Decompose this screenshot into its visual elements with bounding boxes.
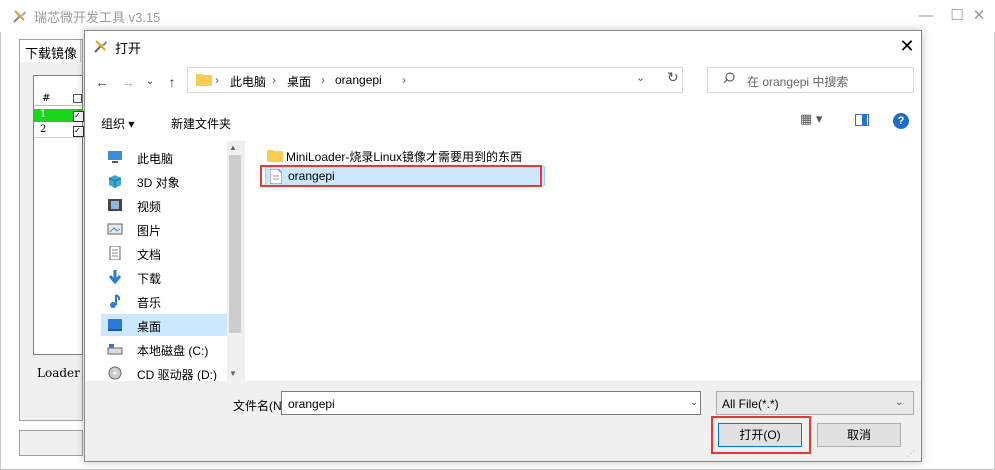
breadcrumb-orangepi[interactable]: orangepi <box>335 73 382 87</box>
nav-item-cd-drive[interactable]: CD 驱动器 (D:) <box>101 362 225 381</box>
nav-item-label: 下载 <box>137 272 162 286</box>
nav-item-documents[interactable]: 文档 <box>101 242 225 264</box>
tools-icon <box>94 40 107 53</box>
nav-item-local-disk-c[interactable]: 本地磁盘 (C:) <box>101 338 225 360</box>
highlight-box-open-button <box>711 416 811 454</box>
minimize-button[interactable]: — <box>912 6 940 26</box>
navigation-scrollbar-thumb[interactable] <box>229 155 241 333</box>
nav-item-label: 此电脑 <box>137 152 174 166</box>
nav-item-label: 本地磁盘 (C:) <box>137 344 209 358</box>
nav-item-label: 桌面 <box>137 320 162 334</box>
folder-icon <box>196 74 212 86</box>
back-arrow-icon[interactable]: ← <box>93 72 111 92</box>
dialog-title: 打开 <box>115 41 142 56</box>
grid-header-hash: # <box>42 93 51 104</box>
grid-row-1-index: 1 <box>40 109 47 120</box>
nav-item-downloads[interactable]: 下载 <box>101 266 225 288</box>
nav-item-label: 视频 <box>137 200 162 214</box>
breadcrumb-separator: › <box>215 73 219 87</box>
new-folder-button[interactable]: 新建文件夹 <box>171 115 231 132</box>
cube-icon <box>108 175 122 188</box>
filetype-value: All File(*.*) <box>722 397 779 411</box>
filename-value: orangepi <box>288 397 335 411</box>
nav-item-desktop[interactable]: 桌面 <box>101 314 227 336</box>
breadcrumb-this-pc[interactable]: 此电脑 <box>230 73 266 90</box>
forward-arrow-icon[interactable]: → <box>119 72 137 92</box>
background-status-bar <box>19 430 83 456</box>
nav-item-videos[interactable]: 视频 <box>101 194 225 216</box>
nav-item-music[interactable]: 音乐 <box>101 290 225 312</box>
nav-item-label: 3D 对象 <box>137 176 180 190</box>
scroll-down-icon[interactable]: ▼ <box>229 369 237 378</box>
loader-label: Loader <box>37 366 80 380</box>
folder-icon <box>267 150 283 162</box>
nav-item-3d-objects[interactable]: 3D 对象 <box>101 170 225 192</box>
view-options-icon[interactable]: ▦ ▾ <box>800 111 822 127</box>
nav-item-label: CD 驱动器 (D:) <box>137 368 217 381</box>
breadcrumb-separator: › <box>272 73 276 87</box>
cd-icon <box>108 366 122 380</box>
help-icon[interactable]: ? <box>893 113 909 129</box>
file-name: MiniLoader-烧录Linux镜像才需要用到的东西 <box>286 150 523 164</box>
filename-input[interactable] <box>281 391 701 415</box>
cancel-button[interactable]: 取消 <box>817 423 901 447</box>
tools-icon <box>13 10 26 23</box>
filename-dropdown-chevron-icon[interactable]: ⌄ <box>690 397 698 408</box>
background-app-title: 瑞芯微开发工具 v3.15 <box>34 10 161 25</box>
grid-row-2-checkbox[interactable]: ✓ <box>73 126 84 137</box>
close-app-button[interactable]: ✕ <box>965 6 993 26</box>
nav-item-this-pc[interactable]: 此电脑 <box>101 146 225 168</box>
nav-item-label: 文档 <box>137 248 162 262</box>
grid-header-checkbox[interactable] <box>73 94 82 103</box>
nav-item-pictures[interactable]: 图片 <box>101 218 225 240</box>
filetype-dropdown-chevron-icon[interactable]: ⌄ <box>895 397 903 408</box>
resize-grip-icon[interactable]: ⋰ <box>907 449 915 458</box>
dialog-close-button[interactable]: ✕ <box>895 34 919 58</box>
refresh-icon[interactable]: ↻ <box>667 69 679 86</box>
music-icon <box>110 294 121 308</box>
dialog-titlebar <box>85 31 921 61</box>
grid-row-1-checkbox[interactable]: ✓ <box>73 111 84 122</box>
preview-pane-icon-fill <box>862 115 867 125</box>
search-icon <box>723 72 735 84</box>
address-dropdown-chevron-icon[interactable]: ⌄ <box>636 71 645 84</box>
nav-item-label: 图片 <box>137 224 162 238</box>
tab-download-image-label: 下载镜像 <box>25 46 78 61</box>
breadcrumb-desktop[interactable]: 桌面 <box>287 73 311 90</box>
search-placeholder: 在 orangepi 中搜索 <box>747 75 849 89</box>
video-icon <box>108 199 122 211</box>
nav-item-label: 音乐 <box>137 296 162 310</box>
up-arrow-icon[interactable]: ↑ <box>163 72 181 92</box>
scroll-up-icon[interactable]: ▲ <box>229 143 237 152</box>
desktop-icon <box>108 319 122 331</box>
open-file-dialog: 打开 ✕ ← → ⌄ ↑ › 此电脑 › 桌面 › orangepi › ⌄ ↻… <box>84 30 922 462</box>
file-row-miniloader-folder[interactable]: MiniLoader-烧录Linux镜像才需要用到的东西 <box>265 145 565 165</box>
breadcrumb-separator: › <box>321 73 325 87</box>
recent-chevron-icon[interactable]: ⌄ <box>141 72 159 92</box>
highlight-box-file <box>260 165 542 187</box>
download-icon <box>108 270 122 284</box>
organize-button[interactable]: 组织 ▾ <box>101 115 134 132</box>
document-icon <box>109 246 121 260</box>
grid-row-2-index: 2 <box>40 124 47 135</box>
computer-icon <box>108 151 122 163</box>
breadcrumb-separator: › <box>402 73 406 87</box>
picture-icon <box>107 223 123 235</box>
drive-icon <box>107 344 123 355</box>
